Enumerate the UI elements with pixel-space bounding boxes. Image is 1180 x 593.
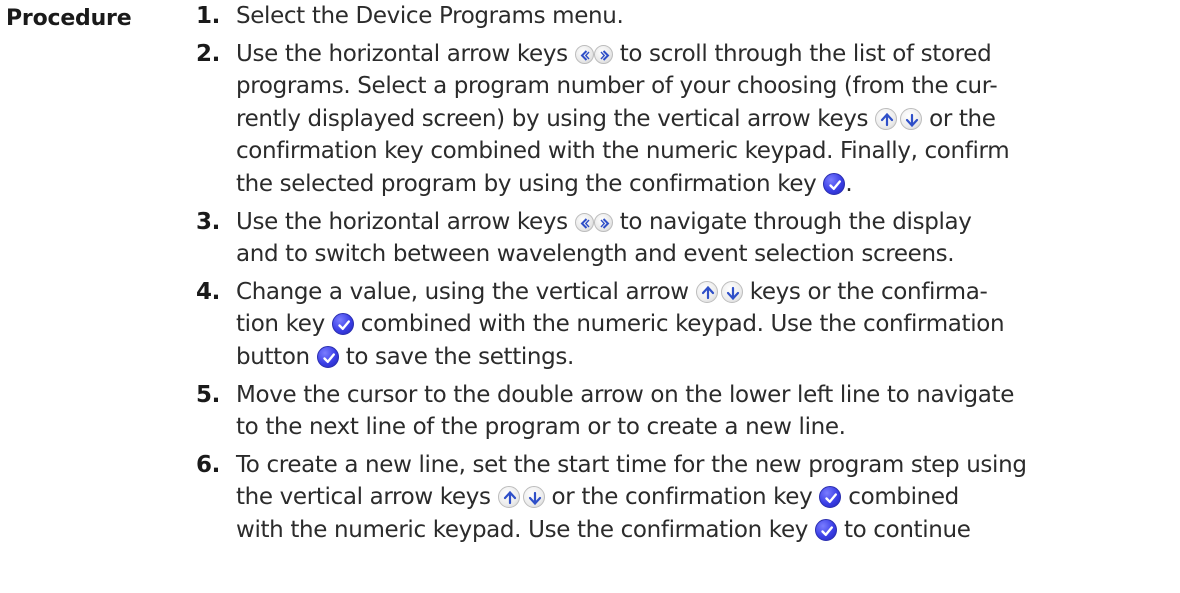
- arrow-up-key-icon: [875, 107, 898, 130]
- step-2: 2. Use the horizontal arrow keys to scro…: [196, 38, 1180, 201]
- step-number: 1.: [196, 3, 221, 29]
- step-text: Use the horizontal arrow keys to scroll …: [236, 40, 1010, 197]
- step-3: 3. Use the horizontal arrow keys to navi…: [196, 206, 1180, 271]
- arrow-down-key-icon: [720, 280, 743, 303]
- arrow-right-key-icon: [593, 212, 613, 232]
- step-4: 4. Change a value, using the vertical ar…: [196, 276, 1180, 374]
- step-number: 6.: [196, 451, 221, 478]
- step-text: Change a value, using the vertical arrow…: [236, 278, 1005, 370]
- arrow-left-key-icon: [574, 212, 594, 232]
- step-text: Select the Device Programs menu.: [236, 3, 624, 29]
- arrow-up-key-icon: [695, 280, 718, 303]
- step-text: To create a new line, set the start time…: [236, 451, 1027, 543]
- arrow-up-key-icon: [497, 486, 520, 509]
- confirm-check-key-icon: [331, 313, 354, 336]
- confirm-check-key-icon: [819, 486, 842, 509]
- arrow-down-key-icon: [900, 107, 923, 130]
- arrow-down-key-icon: [522, 486, 545, 509]
- step-1: 1. Select the Device Programs menu.: [196, 0, 1180, 33]
- step-text: Move the cursor to the double arrow on t…: [236, 381, 1015, 441]
- step-number: 3.: [196, 208, 221, 235]
- confirm-check-key-icon: [823, 172, 846, 195]
- step-text: Use the horizontal arrow keys to navigat…: [236, 208, 972, 268]
- step-number: 5.: [196, 381, 221, 408]
- arrow-right-key-icon: [593, 44, 613, 64]
- procedure-label: Procedure: [6, 6, 132, 31]
- procedure-steps: 1. Select the Device Programs menu. 2. U…: [196, 0, 1180, 552]
- arrow-left-key-icon: [574, 44, 594, 64]
- confirm-check-key-icon: [316, 345, 339, 368]
- step-6: 6. To create a new line, set the start t…: [196, 449, 1180, 547]
- confirm-check-key-icon: [814, 518, 837, 541]
- step-5: 5. Move the cursor to the double arrow o…: [196, 379, 1180, 444]
- step-number: 2.: [196, 40, 221, 67]
- step-number: 4.: [196, 278, 221, 305]
